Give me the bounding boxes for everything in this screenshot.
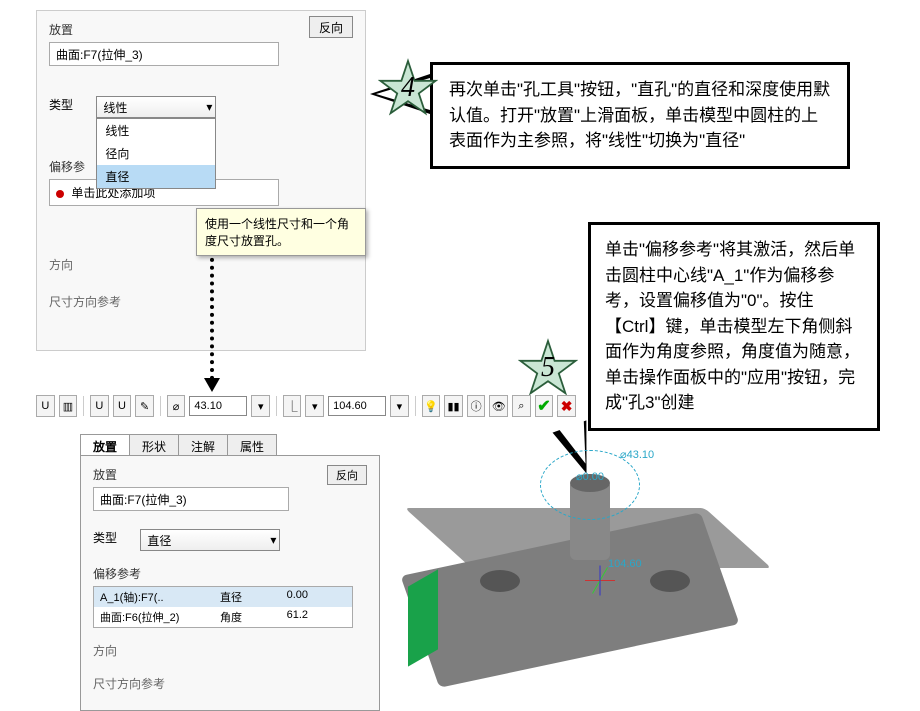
ref-mode-0[interactable]: 直径 <box>214 587 264 607</box>
model-viewport[interactable]: ⌀43.10 ⌀0.00 104.60 <box>390 440 750 680</box>
hole-2[interactable] <box>650 570 690 592</box>
type-label-b: 类型 <box>93 529 137 546</box>
offset-ref-table[interactable]: A_1(轴):F7(.. 直径 0.00 曲面:F6(拉伸_2) 角度 61.2 <box>93 586 353 628</box>
direction-label-b: 方向 <box>93 642 367 659</box>
cancel-button[interactable]: ✖ <box>557 395 576 417</box>
hole-1[interactable] <box>480 570 520 592</box>
hole-simple-icon[interactable]: U <box>36 395 55 417</box>
axis-z-icon <box>600 566 601 596</box>
type-dropdown[interactable]: 线性 ▾ <box>96 96 216 118</box>
pause-icon[interactable]: ▮▮ <box>444 395 463 417</box>
step-star-4: 4 <box>378 58 438 118</box>
table-row: 曲面:F6(拉伸_2) 角度 61.2 <box>94 607 352 627</box>
apply-button[interactable]: ✔ <box>535 395 554 417</box>
depth-type-icon[interactable]: ⎿ <box>283 395 302 417</box>
callout-5: 单击"偏移参考"将其激活，然后单击圆柱中心线"A_1"作为偏移参考，设置偏移值为… <box>588 222 880 431</box>
step-star-5: 5 <box>518 338 578 398</box>
table-row: A_1(轴):F7(.. 直径 0.00 <box>94 587 352 607</box>
direction-label: 方向 <box>49 256 353 273</box>
annotation-depth: 104.60 <box>608 558 642 570</box>
dim-ref-label-b: 尺寸方向参考 <box>93 675 367 692</box>
flip-button-b[interactable]: 反向 <box>327 465 367 485</box>
type-dropdown-list: 线性 径向 直径 <box>96 118 216 189</box>
hole-toolbar: U ▥ U U ✎ ⌀ ▾ ⎿ ▾ ▾ 💡 ▮▮ ⓘ 👁 ⌕ ✔ ✖ <box>36 392 576 420</box>
offset-label-b: 偏移参考 <box>93 565 367 582</box>
ref-value-1[interactable]: 61.2 <box>264 607 314 627</box>
annotation-diameter: ⌀43.10 <box>620 448 654 461</box>
flip-button[interactable]: 反向 <box>309 16 353 38</box>
callout-4: 再次单击"孔工具"按钮，"直孔"的直径和深度使用默认值。打开"放置"上滑面板，单… <box>430 62 850 169</box>
hole-standard-icon[interactable]: ▥ <box>59 395 78 417</box>
annotation-zero: ⌀0.00 <box>576 470 604 483</box>
step-4-number: 4 <box>378 58 438 118</box>
hole-u-icon[interactable]: U <box>90 395 109 417</box>
sketch-icon[interactable]: ✎ <box>135 395 154 417</box>
placement-label: 放置 <box>49 21 353 38</box>
hole-profile-icon[interactable]: U <box>113 395 132 417</box>
info-icon[interactable]: ⓘ <box>467 395 486 417</box>
ref-name-1[interactable]: 曲面:F6(拉伸_2) <box>94 607 214 627</box>
type-option-diameter[interactable]: 直径 <box>97 165 215 188</box>
placement-label-b: 放置 <box>93 466 367 483</box>
type-tooltip: 使用一个线性尺寸和一个角度尺寸放置孔。 <box>196 208 366 256</box>
dim-ref-label: 尺寸方向参考 <box>49 293 353 310</box>
light-icon[interactable]: 💡 <box>422 395 441 417</box>
placement-panel-top: 放置 反向 类型 线性 ▾ 线性 径向 直径 偏移参 单击此处添加项 方向 尺寸… <box>36 10 366 351</box>
dotted-arrow <box>210 250 214 380</box>
step-5-number: 5 <box>518 338 578 398</box>
placement-input-b[interactable] <box>93 487 289 511</box>
type-dropdown-b[interactable]: 直径 ▾ <box>140 529 280 551</box>
diameter-icon: ⌀ <box>167 395 186 417</box>
depth-input[interactable] <box>328 396 386 416</box>
preview-icon[interactable]: 👁 <box>489 395 508 417</box>
ref-value-0[interactable]: 0.00 <box>264 587 314 607</box>
diameter-input[interactable] <box>189 396 247 416</box>
warning-dot-icon <box>56 190 64 198</box>
type-option-radial[interactable]: 径向 <box>97 142 215 165</box>
depth-chevron2-icon[interactable]: ▾ <box>390 395 409 417</box>
diameter-chevron-icon[interactable]: ▾ <box>251 395 270 417</box>
chevron-down-icon: ▾ <box>206 100 212 114</box>
type-label: 类型 <box>49 96 93 113</box>
placement-panel-bottom: 放置 反向 类型 直径 ▾ 偏移参考 A_1(轴):F7(.. 直径 0.00 … <box>80 455 380 711</box>
depth-chevron-icon[interactable]: ▾ <box>305 395 324 417</box>
ref-name-0[interactable]: A_1(轴):F7(.. <box>94 587 214 607</box>
type-value: 线性 <box>103 101 127 115</box>
type-option-linear[interactable]: 线性 <box>97 119 215 142</box>
eye-icon[interactable]: ⌕ <box>512 395 531 417</box>
placement-input[interactable] <box>49 42 279 66</box>
chevron-down-icon: ▾ <box>270 533 276 547</box>
ref-mode-1[interactable]: 角度 <box>214 607 264 627</box>
type-value-b: 直径 <box>147 534 171 548</box>
